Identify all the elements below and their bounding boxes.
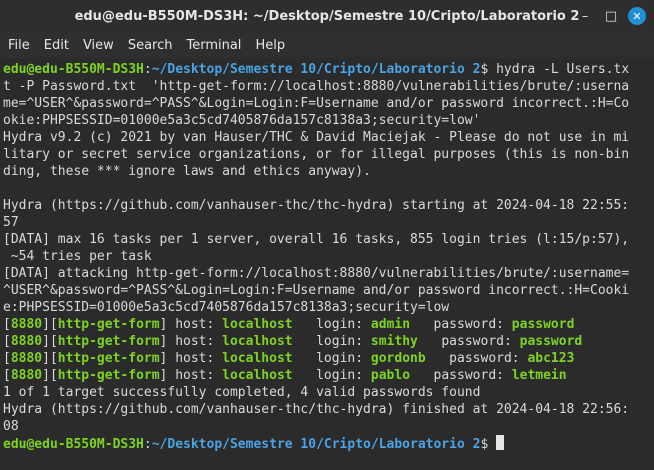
output-line: litary or secret service organizations, … [3, 147, 630, 162]
output-line: 1 of 1 target successfully completed, 4 … [3, 385, 481, 400]
window-controls: – □ ✕ [576, 7, 646, 25]
result-login-label: login: [292, 334, 371, 349]
result-port: 8880 [10, 351, 43, 366]
result-password-label: password: [410, 368, 512, 383]
result-host: localhost [222, 334, 293, 349]
result-password: letmein [511, 368, 567, 383]
result-service: http-get-form [57, 317, 160, 332]
result-password: abc123 [527, 351, 575, 366]
result-service: http-get-form [57, 334, 160, 349]
result-login-label: login: [292, 317, 371, 332]
window-title: edu@edu-B550M-DS3H: ~/Desktop/Semestre 1… [74, 9, 580, 24]
result-host-label: host: [167, 317, 223, 332]
result-login-label: login: [292, 351, 371, 366]
result-password-label: password: [410, 317, 512, 332]
output-line: ^USER^&password=^PASS^&Login=Login:F=Use… [3, 283, 630, 298]
prompt-path: ~/Desktop/Semestre 10/Cripto/Laboratorio… [151, 62, 481, 77]
result-login: admin [370, 317, 411, 332]
close-icon[interactable]: ✕ [628, 7, 646, 25]
prompt-separator: : [143, 437, 152, 452]
result-host-label: host: [167, 351, 223, 366]
output-line: ding, these *** ignore laws and ethics a… [3, 164, 371, 179]
menu-search[interactable]: Search [128, 38, 182, 53]
prompt-line[interactable]: edu@edu-B550M-DS3H:~/Desktop/Semestre 10… [3, 435, 654, 452]
output-line: Hydra v9.2 (c) 2021 by van Hauser/THC & … [3, 130, 630, 145]
command-wrap-line: t -P Password.txt 'http-get-form://local… [3, 79, 630, 94]
output-line: [DATA] max 16 tasks per 1 server, overal… [3, 232, 630, 247]
command-text: hydra -L Users.tx [488, 62, 630, 77]
title-bar[interactable]: edu@edu-B550M-DS3H: ~/Desktop/Semestre 1… [0, 0, 654, 33]
command-wrap-line: okie:PHPSESSID=01000e5a3c5cd7405876da157… [3, 113, 481, 128]
command-wrap-line: me=^USER^&password=^PASS^&Login=Login:F=… [3, 96, 630, 111]
output-line: 08 [3, 419, 19, 434]
result-login: smithy [370, 334, 418, 349]
menu-edit[interactable]: Edit [44, 38, 78, 53]
result-host: localhost [222, 368, 293, 383]
result-port: 8880 [10, 334, 43, 349]
result-password: password [519, 334, 583, 349]
result-login: gordonb [370, 351, 426, 366]
result-login: pablo [370, 368, 411, 383]
command-line: edu@edu-B550M-DS3H:~/Desktop/Semestre 10… [3, 61, 654, 78]
result-password-label: password: [417, 334, 520, 349]
output-line: ~54 tries per task [3, 249, 152, 264]
result-host: localhost [222, 351, 293, 366]
prompt-user-host: edu@edu-B550M-DS3H [3, 437, 144, 452]
prompt-path: ~/Desktop/Semestre 10/Cripto/Laboratorio… [151, 437, 481, 452]
output-line: 57 [3, 215, 19, 230]
result-service: http-get-form [57, 368, 160, 383]
result-service: http-get-form [57, 351, 160, 366]
result-host-label: host: [167, 334, 223, 349]
result-password-label: password: [425, 351, 528, 366]
output-line: [DATA] attacking http-get-form://localho… [3, 266, 630, 281]
output-line: Hydra (https://github.com/vanhauser-thc/… [3, 402, 630, 417]
result-line: [8880][http-get-form] host: localhost lo… [3, 351, 575, 366]
menu-terminal[interactable]: Terminal [186, 38, 250, 53]
menu-bar: File Edit View Search Terminal Help [0, 33, 654, 57]
menu-view[interactable]: View [83, 38, 123, 53]
output-line: e:PHPSESSID=01000e5a3c5cd7405876da157c81… [3, 300, 450, 315]
result-line: [8880][http-get-form] host: localhost lo… [3, 317, 575, 332]
prompt-user-host: edu@edu-B550M-DS3H [3, 62, 144, 77]
result-line: [8880][http-get-form] host: localhost lo… [3, 368, 567, 383]
maximize-icon[interactable]: □ [602, 7, 620, 25]
terminal-output[interactable]: edu@edu-B550M-DS3H:~/Desktop/Semestre 10… [0, 59, 654, 470]
minimize-icon[interactable]: – [576, 7, 594, 25]
output-line: Hydra (https://github.com/vanhauser-thc/… [3, 198, 630, 213]
menu-file[interactable]: File [8, 38, 39, 53]
result-login-label: login: [292, 368, 371, 383]
result-host-label: host: [167, 368, 223, 383]
terminal-window: edu@edu-B550M-DS3H: ~/Desktop/Semestre 1… [0, 0, 654, 470]
prompt-separator: : [143, 62, 152, 77]
cursor [496, 435, 505, 450]
result-host: localhost [222, 317, 293, 332]
prompt-symbol: $ [480, 437, 489, 452]
result-line: [8880][http-get-form] host: localhost lo… [3, 334, 583, 349]
result-password: password [511, 317, 575, 332]
result-port: 8880 [10, 368, 43, 383]
menu-help[interactable]: Help [255, 38, 294, 53]
result-port: 8880 [10, 317, 43, 332]
